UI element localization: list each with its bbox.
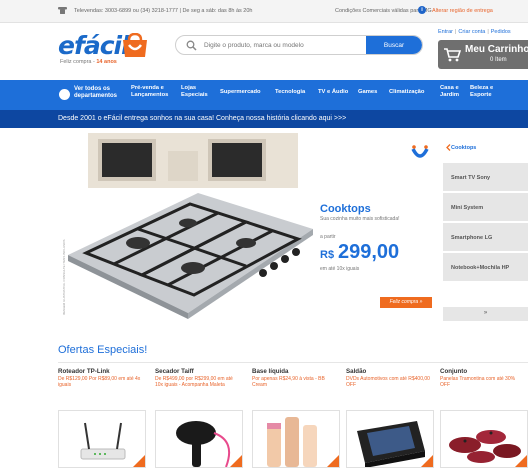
offer-image-hair-dryer[interactable] — [155, 410, 243, 468]
side-tab-smart-tv[interactable]: Smart TV Sony — [443, 163, 528, 192]
all-departments-icon — [59, 89, 70, 100]
illustrative-image-note: IMAGEM ILUSTRATIVA. CONSULTE ITENS INCLU… — [62, 239, 66, 315]
offer-image-cookware[interactable] — [440, 410, 528, 468]
phone-info: Televendas: 3003-6899 ou (34) 3218-1777 … — [74, 8, 253, 14]
search-input[interactable] — [204, 36, 364, 54]
cart-count: 0 Item — [490, 57, 507, 63]
offer-corner — [515, 455, 527, 467]
history-banner[interactable]: Desde 2001 o eFácil entrega sonhos na su… — [0, 110, 528, 128]
side-tab-label: Cooktops — [451, 145, 477, 151]
offer-description: Panelas Tramontina com até 30% OFF — [440, 376, 516, 388]
cooktop-image — [58, 133, 318, 321]
side-tabs-more-button[interactable]: » — [443, 307, 528, 321]
history-banner-text: Desde 2001 o eFácil entrega sonhos na su… — [58, 115, 347, 122]
top-bar: Televendas: 3003-6899 ou (34) 3218-1777 … — [0, 0, 528, 23]
orders-link[interactable]: Pedidos — [491, 29, 511, 35]
side-tab-cooktops[interactable]: Cooktops — [443, 133, 528, 162]
side-tab-notebook[interactable]: Notebook+Mochila HP — [443, 253, 528, 282]
nav-item-supermercado[interactable]: Supermercado — [220, 89, 261, 96]
cart-button[interactable]: Meu Carrinho 0 Item — [438, 40, 528, 69]
offers-title: Ofertas Especiais! — [58, 344, 148, 356]
side-tab-label: Mini System — [451, 205, 484, 211]
nav-item-tv-audio[interactable]: TV e Áudio — [318, 89, 348, 96]
offer-description: De R$129,00 Por R$89,00 em até 4x iguais — [58, 376, 141, 388]
nav-item-casa-jardim[interactable]: Casa e Jardim — [440, 85, 464, 99]
hero-installments: em até 10x iguais — [320, 266, 360, 272]
offer-card-hair-dryer[interactable]: Secador Taiff De R$499,00 por R$299,00 e… — [155, 368, 243, 468]
all-departments-link[interactable]: Ver todos os departamentos — [74, 86, 124, 100]
offer-image-dvd[interactable] — [346, 410, 434, 468]
divider — [58, 362, 528, 363]
logo[interactable]: efácil Feliz compra - 14 anos — [58, 29, 158, 71]
nav-item-tecnologia[interactable]: Tecnologia — [275, 89, 305, 96]
offer-description: Por apenas R$24,90 à vista - BB Cream — [252, 376, 325, 388]
hero-side-tabs: Cooktops Smart TV Sony Mini System Smart… — [443, 133, 528, 321]
side-tab-label: Smart TV Sony — [451, 175, 491, 181]
search-button[interactable]: Buscar — [366, 36, 422, 54]
offer-description: DVDs Automotivos com até R$400,00 OFF — [346, 376, 430, 388]
side-tab-label: Smartphone LG — [451, 235, 493, 241]
side-tab-smartphone[interactable]: Smartphone LG — [443, 223, 528, 252]
cart-title: Meu Carrinho — [465, 44, 528, 55]
offer-description: De R$499,00 por R$299,00 em até 10x igua… — [155, 376, 233, 388]
offer-image-foundation[interactable] — [252, 410, 340, 468]
offer-name: Roteador TP-Link — [58, 368, 110, 375]
nav-item-climatizacao[interactable]: Climatização — [389, 89, 424, 96]
cart-icon — [444, 48, 461, 62]
hero-banner[interactable]: IMAGEM ILUSTRATIVA. CONSULTE ITENS INCLU… — [58, 133, 442, 321]
header: efácil Feliz compra - 14 anos Buscar Ent… — [0, 23, 528, 75]
offer-corner — [230, 455, 242, 467]
logo-text: efácil — [58, 31, 130, 60]
logo-tagline: Feliz compra - 14 anos — [60, 59, 117, 65]
search-box: Buscar — [175, 35, 423, 55]
info-icon[interactable]: i — [418, 6, 426, 14]
nav-item-games[interactable]: Games — [358, 89, 377, 96]
change-region-link[interactable]: Alterar região de entrega — [432, 8, 493, 14]
nav-item-beleza-esporte[interactable]: Beleza e Esporte — [470, 85, 504, 99]
account-links: Entrar | Criar conta | Pedidos — [438, 29, 511, 35]
nav-item-lojas[interactable]: Lojas Especiais — [181, 85, 211, 99]
offer-corner — [327, 455, 339, 467]
offer-name: Base líquida — [252, 368, 289, 375]
login-link[interactable]: Entrar — [438, 29, 453, 35]
hero-from-label: a partir — [320, 234, 336, 240]
hero-price: 299,00 — [338, 241, 400, 263]
efacil-badge-icon — [411, 145, 429, 158]
department-nav: Ver todos os departamentos Pré-venda e L… — [0, 80, 528, 110]
hero-subtitle: Sua cozinha muito mais sofisticada! — [320, 216, 400, 222]
hero-currency: R$ — [320, 249, 335, 261]
offer-name: Secador Taiff — [155, 368, 194, 375]
search-icon — [186, 40, 197, 51]
phone-icon — [58, 7, 67, 14]
hero-title: Cooktops — [320, 203, 371, 215]
offer-card-dvd[interactable]: Saldão DVDs Automotivos com até R$400,00… — [346, 368, 434, 468]
offer-name: Saldão — [346, 368, 367, 375]
register-link[interactable]: Criar conta — [458, 29, 485, 35]
side-tab-label: Notebook+Mochila HP — [451, 265, 510, 271]
offer-card-router[interactable]: Roteador TP-Link De R$129,00 Por R$89,00… — [58, 368, 146, 468]
offer-corner — [421, 455, 433, 467]
shopping-bag-logo-icon — [123, 33, 147, 57]
side-tab-mini-system[interactable]: Mini System — [443, 193, 528, 222]
offer-image-router[interactable] — [58, 410, 146, 468]
offer-corner — [133, 455, 145, 467]
offer-card-foundation[interactable]: Base líquida Por apenas R$24,90 à vista … — [252, 368, 340, 468]
offer-card-cookware[interactable]: Conjunto Panelas Tramontina com até 30% … — [440, 368, 528, 468]
nav-item-pre-venda[interactable]: Pré-venda e Lançamentos — [131, 85, 171, 99]
offer-name: Conjunto — [440, 368, 468, 375]
hero-cta-button[interactable]: Feliz compra » — [380, 297, 432, 308]
